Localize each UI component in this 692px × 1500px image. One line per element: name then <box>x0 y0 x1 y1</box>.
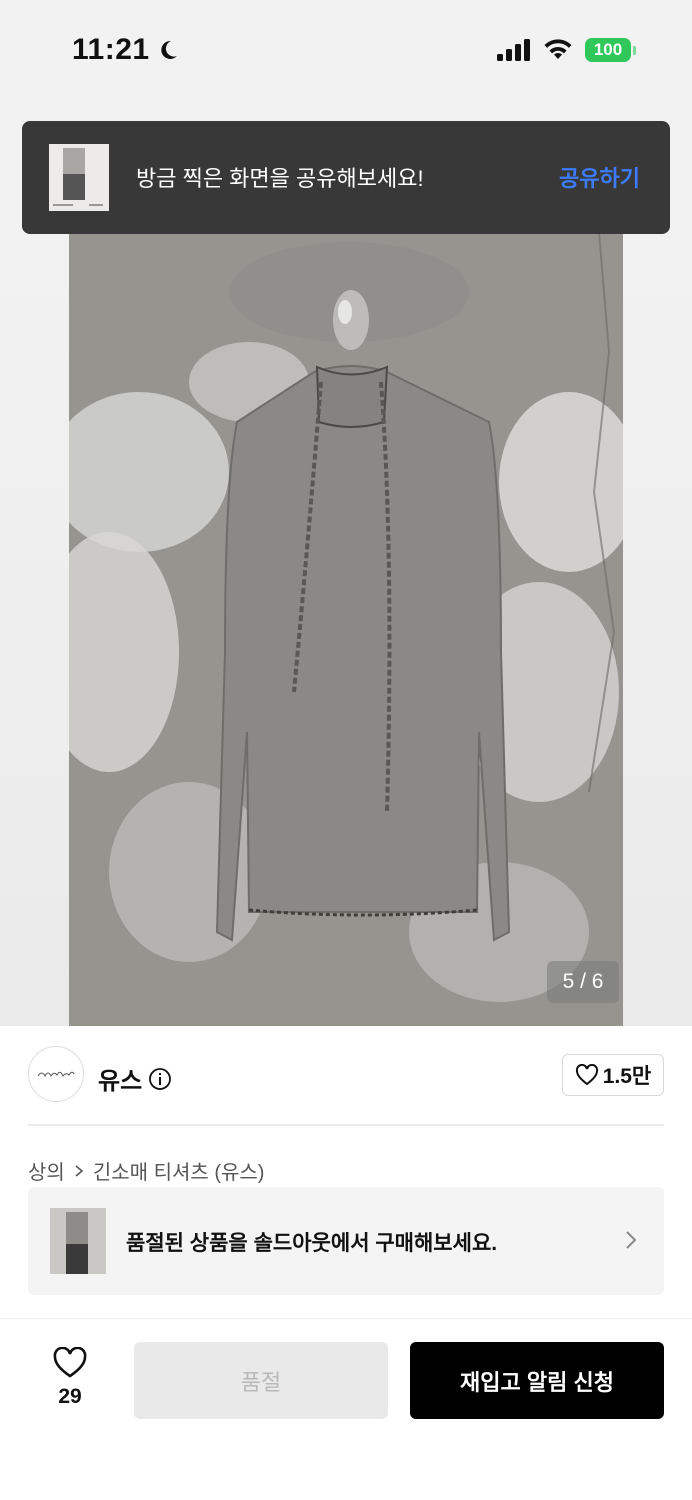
screenshot-thumbnail[interactable] <box>49 144 109 211</box>
info-icon[interactable] <box>148 1067 172 1091</box>
status-bar: 11:21 100 <box>0 0 692 100</box>
share-toast: 방금 찍은 화면을 공유해보세요! 공유하기 <box>22 121 670 234</box>
image-side-left <box>0 232 69 1026</box>
wishlist-button[interactable]: 29 <box>40 1347 100 1409</box>
breadcrumb: 상의 긴소매 티셔츠 (유스) <box>28 1156 264 1185</box>
battery-level: 100 <box>585 38 631 62</box>
product-photo <box>69 232 623 1026</box>
soldout-banner[interactable]: 품절된 상품을 솔드아웃에서 구매해보세요. <box>28 1187 664 1295</box>
brand-signature-logo <box>37 1071 75 1078</box>
screenshot-thumbnail-image <box>49 144 109 211</box>
brand-name-text: 유스 <box>98 1068 143 1095</box>
battery-tip <box>633 45 636 55</box>
status-indicators: 100 <box>497 38 636 62</box>
moon-icon <box>160 40 177 59</box>
signal-icon <box>497 39 530 61</box>
toast-message: 방금 찍은 화면을 공유해보세요! <box>136 166 424 191</box>
chevron-right-icon <box>626 1231 637 1249</box>
clock-text: 11:21 <box>72 33 150 66</box>
chevron-right-icon <box>75 1164 84 1177</box>
soldout-button: 품절 <box>134 1342 388 1419</box>
heart-outline-icon <box>53 1347 87 1378</box>
product-image[interactable]: 5 / 6 <box>69 232 623 1026</box>
brand-like-button[interactable]: 1.5만 <box>562 1054 664 1096</box>
brand-logo[interactable] <box>28 1046 84 1102</box>
breadcrumb-subcategory[interactable]: 긴소매 티셔츠 (유스) <box>93 1156 265 1185</box>
divider <box>28 1124 664 1126</box>
heart-icon <box>575 1064 598 1086</box>
battery-indicator: 100 <box>585 38 636 62</box>
product-info-section: 유스 1.5만 상의 긴소매 티셔츠 (유스) 품절된 상품을 솔드아웃에서 구… <box>0 1026 692 1326</box>
restock-alert-button[interactable]: 재입고 알림 신청 <box>410 1342 664 1419</box>
breadcrumb-category[interactable]: 상의 <box>28 1156 65 1185</box>
share-button[interactable]: 공유하기 <box>559 161 640 193</box>
wifi-icon <box>544 39 572 59</box>
soldout-thumbnail <box>50 1208 106 1274</box>
bottom-action-bar: 29 품절 재입고 알림 신청 <box>0 1318 692 1500</box>
image-counter: 5 / 6 <box>547 961 619 1003</box>
image-side-right <box>623 232 692 1026</box>
status-time: 11:21 <box>72 33 180 67</box>
soldout-thumbnail-image <box>50 1208 106 1274</box>
soldout-banner-text: 품절된 상품을 솔드아웃에서 구매해보세요. <box>126 1232 498 1255</box>
wishlist-count: 29 <box>58 1385 82 1408</box>
brand-name[interactable]: 유스 <box>98 1061 172 1096</box>
brand-like-count: 1.5만 <box>602 1065 652 1088</box>
